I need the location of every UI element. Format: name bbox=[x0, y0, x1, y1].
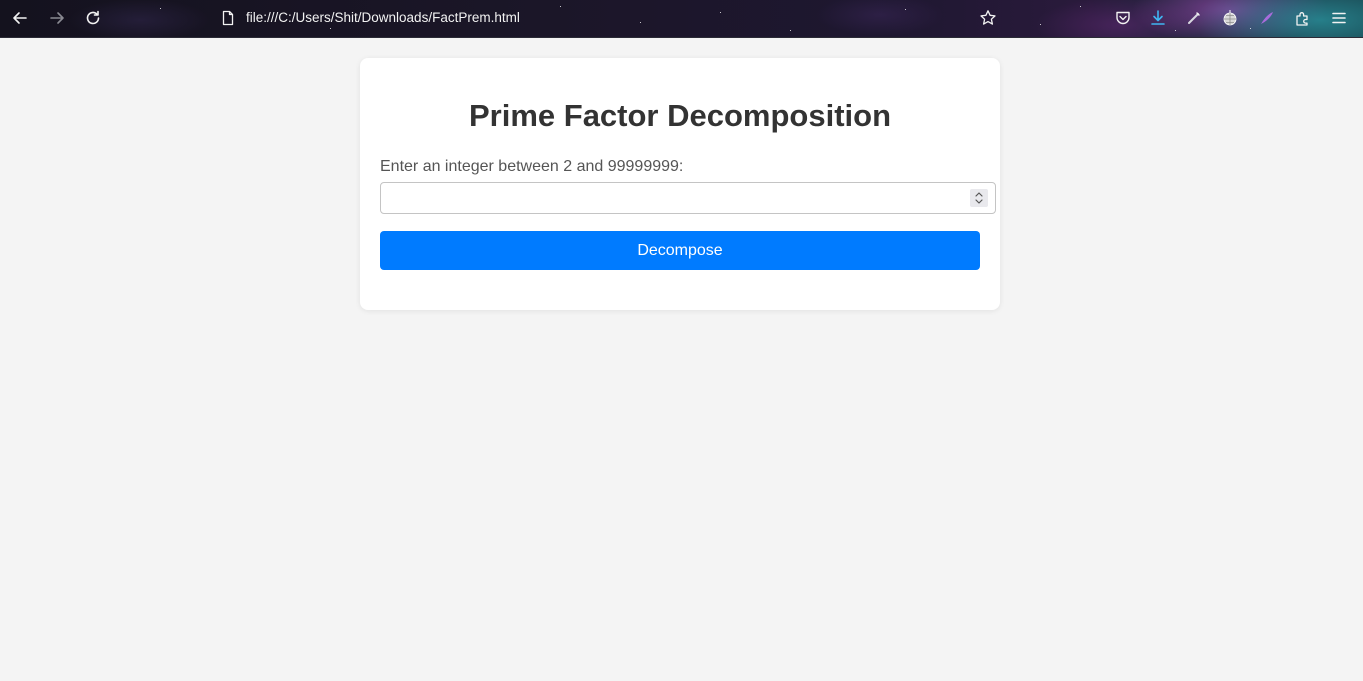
decompose-button[interactable]: Decompose bbox=[380, 231, 980, 270]
bookmark-star-icon[interactable] bbox=[978, 8, 998, 28]
star-decoration bbox=[160, 8, 161, 9]
url-bar-text[interactable]: file:///C:/Users/Shit/Downloads/FactPrem… bbox=[246, 10, 520, 25]
puzzle-extensions-icon[interactable] bbox=[1293, 8, 1313, 28]
download-icon[interactable] bbox=[1148, 8, 1168, 28]
star-decoration bbox=[790, 30, 791, 31]
spinner-arrows-icon[interactable] bbox=[974, 191, 984, 205]
factor-card: Prime Factor Decomposition Enter an inte… bbox=[360, 58, 1000, 310]
integer-input[interactable] bbox=[380, 182, 996, 214]
pocket-icon[interactable] bbox=[1113, 8, 1133, 28]
page-title: Prime Factor Decomposition bbox=[468, 98, 892, 133]
hamburger-menu-icon[interactable] bbox=[1329, 8, 1349, 28]
forward-arrow-icon[interactable] bbox=[47, 8, 67, 28]
star-decoration bbox=[1250, 28, 1251, 29]
star-decoration bbox=[1080, 6, 1081, 7]
pen-extension-icon[interactable] bbox=[1184, 8, 1204, 28]
star-decoration bbox=[560, 6, 561, 7]
star-decoration bbox=[330, 28, 331, 29]
star-decoration bbox=[640, 22, 641, 23]
star-decoration bbox=[720, 12, 721, 13]
globe-extension-icon[interactable] bbox=[1220, 8, 1240, 28]
star-decoration bbox=[1175, 30, 1176, 31]
star-decoration bbox=[1040, 24, 1041, 25]
reload-icon[interactable] bbox=[83, 8, 103, 28]
star-decoration bbox=[905, 9, 906, 10]
input-label: Enter an integer between 2 and 99999999: bbox=[380, 158, 684, 175]
feather-extension-icon[interactable] bbox=[1257, 8, 1277, 28]
browser-toolbar: file:///C:/Users/Shit/Downloads/FactPrem… bbox=[0, 0, 1363, 38]
number-spinner[interactable] bbox=[970, 189, 988, 207]
back-arrow-icon[interactable] bbox=[10, 8, 30, 28]
page-icon bbox=[218, 8, 238, 28]
